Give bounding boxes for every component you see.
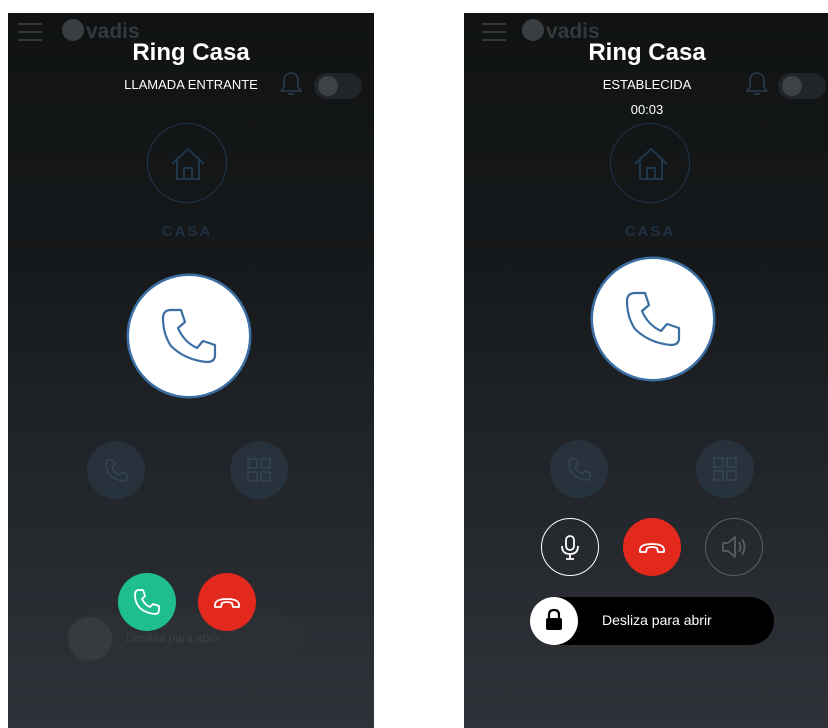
call-indicator: [129, 276, 249, 396]
device-label: CASA: [161, 223, 213, 240]
hangup-icon: [214, 598, 240, 608]
phone-icon: [161, 308, 217, 364]
phone-icon: [105, 459, 128, 482]
grid-icon: [713, 457, 737, 481]
microphone-button[interactable]: [541, 518, 599, 576]
microphone-icon: [561, 535, 579, 560]
unlock-slider[interactable]: Desliza para abrir: [530, 597, 774, 645]
ghost-grid-button: [696, 440, 754, 498]
ghost-phone-button: [550, 440, 608, 498]
home-device-icon: [147, 123, 227, 203]
phone-icon: [568, 458, 591, 481]
home-icon: [171, 147, 205, 180]
phone-icon: [134, 589, 160, 615]
ghost-slider-label: Desliza para abrir: [126, 631, 221, 645]
reject-call-button[interactable]: [198, 573, 256, 631]
call-timer: 00:03: [630, 102, 664, 117]
hangup-button[interactable]: [623, 518, 681, 576]
unlock-slider-label: Desliza para abrir: [602, 612, 712, 628]
home-device-icon: [610, 123, 690, 203]
call-title: Ring Casa: [132, 39, 250, 66]
call-indicator: [593, 259, 713, 379]
lock-icon: [546, 608, 562, 630]
ghost-phone-button: [87, 441, 145, 499]
hangup-icon: [639, 543, 665, 553]
device-label: CASA: [624, 223, 676, 240]
speaker-icon: [722, 536, 746, 558]
lock-icon: [68, 617, 112, 661]
call-status: LLAMADA ENTRANTE: [124, 77, 258, 92]
home-icon: [634, 147, 668, 180]
established-call-screen: vadis CASA Ring Casa ESTABLECIDA 00:03 D…: [464, 13, 828, 728]
grid-icon: [247, 458, 271, 482]
accept-call-button[interactable]: [118, 573, 176, 631]
speaker-button[interactable]: [705, 518, 763, 576]
phone-icon: [625, 291, 681, 347]
unlock-slider-handle[interactable]: [530, 597, 578, 645]
ghost-grid-button: [230, 441, 288, 499]
incoming-call-screen: vadis CASA Ring Casa LLAMADA ENTRANTE De…: [8, 13, 374, 728]
call-title: Ring Casa: [588, 39, 706, 66]
call-status: ESTABLECIDA: [602, 77, 692, 92]
